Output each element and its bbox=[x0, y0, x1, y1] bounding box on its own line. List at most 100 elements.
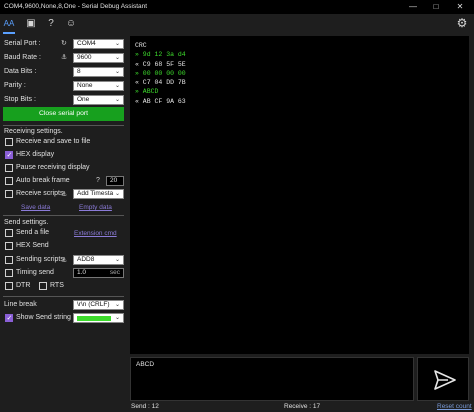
chevron-down-icon: ⌄ bbox=[114, 55, 120, 61]
send-button[interactable] bbox=[417, 357, 469, 401]
send-file-label: Send a file bbox=[16, 229, 50, 236]
auto-break-input[interactable]: 20 bbox=[106, 176, 124, 186]
parity-value: None bbox=[77, 82, 93, 89]
auto-break-label: Auto break frame bbox=[16, 177, 70, 184]
receive-line: « C9 68 5F 5E bbox=[135, 60, 186, 68]
send-arrow-icon bbox=[434, 370, 456, 390]
receive-save-label: Receive and save to file bbox=[16, 138, 91, 145]
baud-rate-select[interactable]: 9600 ⌄ bbox=[73, 53, 124, 63]
font-settings-icon[interactable]: AΑ bbox=[2, 17, 16, 31]
chevron-down-icon: ⌄ bbox=[114, 302, 120, 308]
save-data-link[interactable]: Save data bbox=[21, 204, 50, 211]
chevron-down-icon: ⌄ bbox=[114, 97, 120, 103]
timing-unit: sec bbox=[109, 269, 120, 276]
dtr-label: DTR bbox=[16, 282, 31, 289]
baud-rate-value: 9600 bbox=[77, 54, 92, 61]
minimize-button[interactable]: — bbox=[403, 0, 423, 14]
line-break-select[interactable]: \r\n (CRLF) ⌄ bbox=[73, 300, 124, 310]
parity-label: Parity : bbox=[4, 82, 26, 89]
receive-line: » ABCD bbox=[135, 88, 159, 96]
send-settings-title: Send settings. bbox=[4, 219, 49, 226]
hex-send-checkbox[interactable] bbox=[5, 242, 13, 250]
sending-scripts-checkbox[interactable] bbox=[5, 256, 13, 264]
timing-send-label: Timing send bbox=[16, 269, 54, 276]
serial-port-value: COM4 bbox=[77, 40, 96, 47]
pin-icon[interactable]: ⚓ bbox=[61, 53, 67, 61]
maximize-button[interactable]: □ bbox=[426, 0, 446, 14]
question-icon[interactable]: ? bbox=[96, 177, 100, 184]
line-break-value: \r\n (CRLF) bbox=[77, 301, 110, 308]
gear-icon[interactable]: ⚙ bbox=[455, 16, 469, 30]
receive-line: « AB CF 9A 63 bbox=[135, 97, 186, 105]
rts-checkbox[interactable] bbox=[39, 282, 47, 290]
active-tab-indicator bbox=[3, 32, 15, 34]
receive-line: » 00 00 00 00 bbox=[135, 69, 186, 77]
sending-scripts-value: ADD8 bbox=[77, 256, 95, 263]
divider bbox=[3, 296, 124, 297]
chevron-down-icon: ⌄ bbox=[114, 257, 120, 263]
dtr-checkbox[interactable] bbox=[5, 282, 13, 290]
stop-bits-value: One bbox=[77, 96, 90, 103]
sending-scripts-label: Sending scripts bbox=[16, 256, 64, 263]
send-input[interactable]: ABCD bbox=[130, 357, 414, 401]
hex-display-label: HEX display bbox=[16, 151, 55, 158]
serial-port-select[interactable]: COM4 ⌄ bbox=[73, 39, 124, 49]
receive-scripts-select[interactable]: Add Timesta ⌄ bbox=[73, 189, 124, 199]
send-count: Send : 12 bbox=[131, 403, 159, 410]
chevron-down-icon: ⌄ bbox=[114, 41, 120, 47]
parity-select[interactable]: None ⌄ bbox=[73, 81, 124, 91]
extension-cmd-link[interactable]: Extension cmd bbox=[74, 230, 117, 237]
reset-count-link[interactable]: Reset count bbox=[437, 403, 472, 410]
send-file-checkbox[interactable] bbox=[5, 229, 13, 237]
send-input-text: ABCD bbox=[136, 361, 155, 368]
receive-scripts-checkbox[interactable] bbox=[5, 190, 13, 198]
emoji-icon[interactable]: ☺ bbox=[64, 17, 78, 31]
refresh-icon[interactable]: ↻ bbox=[61, 39, 67, 47]
receive-scripts-value: Add Timesta bbox=[77, 190, 114, 197]
receive-count: Receive : 17 bbox=[284, 403, 321, 410]
divider bbox=[3, 215, 124, 216]
close-button[interactable]: ✕ bbox=[450, 0, 470, 14]
help-icon[interactable]: ? bbox=[44, 17, 58, 31]
pin-icon[interactable]: ⚓ bbox=[61, 190, 67, 198]
receiving-settings-title: Receiving settings. bbox=[4, 128, 63, 135]
receive-line: « C7 04 DD 7B bbox=[135, 79, 186, 87]
window-title: COM4,9600,None,8,One - Serial Debug Assi… bbox=[4, 3, 148, 10]
show-send-string-checkbox[interactable] bbox=[5, 314, 13, 322]
rts-label: RTS bbox=[50, 282, 64, 289]
hex-display-checkbox[interactable] bbox=[5, 151, 13, 159]
data-bits-value: 8 bbox=[77, 68, 81, 75]
image-icon[interactable]: ▣ bbox=[24, 17, 38, 31]
chevron-down-icon: ⌄ bbox=[114, 83, 120, 89]
chevron-down-icon: ⌄ bbox=[114, 69, 120, 75]
hex-send-label: HEX Send bbox=[16, 242, 49, 249]
timing-send-checkbox[interactable] bbox=[5, 269, 13, 277]
receive-scripts-label: Receive scripts bbox=[16, 190, 64, 197]
empty-data-link[interactable]: Empty data bbox=[79, 204, 112, 211]
divider bbox=[3, 125, 124, 126]
receive-log: CRC » 9d 12 3a d4 « C9 68 5F 5E» 00 00 00 … bbox=[135, 41, 186, 106]
receive-line: » 9d 12 3a d4 bbox=[135, 51, 186, 59]
close-serial-port-button[interactable]: Close serial port bbox=[3, 107, 124, 121]
chevron-down-icon: ⌄ bbox=[114, 315, 120, 321]
timing-value: 1.0 bbox=[77, 269, 87, 276]
receive-line: CRC bbox=[135, 42, 147, 49]
color-swatch bbox=[77, 316, 111, 321]
baud-rate-label: Baud Rate : bbox=[4, 54, 41, 61]
serial-port-label: Serial Port : bbox=[4, 40, 41, 47]
receive-area[interactable]: CRC » 9d 12 3a d4 « C9 68 5F 5E» 00 00 00 … bbox=[130, 36, 469, 354]
pin-icon[interactable]: ⚓ bbox=[61, 256, 67, 264]
send-string-color-select[interactable]: ⌄ bbox=[73, 313, 124, 323]
timing-send-input[interactable]: 1.0 sec bbox=[73, 268, 124, 278]
data-bits-label: Data Bits : bbox=[4, 68, 37, 75]
pause-display-label: Pause receiving display bbox=[16, 164, 90, 171]
data-bits-select[interactable]: 8 ⌄ bbox=[73, 67, 124, 77]
receive-save-checkbox[interactable] bbox=[5, 138, 13, 146]
line-break-label: Line break bbox=[4, 301, 37, 308]
stop-bits-select[interactable]: One ⌄ bbox=[73, 95, 124, 105]
auto-break-checkbox[interactable] bbox=[5, 177, 13, 185]
pause-display-checkbox[interactable] bbox=[5, 164, 13, 172]
sending-scripts-select[interactable]: ADD8 ⌄ bbox=[73, 255, 124, 265]
stop-bits-label: Stop Bits : bbox=[4, 96, 36, 103]
chevron-down-icon: ⌄ bbox=[114, 191, 120, 197]
